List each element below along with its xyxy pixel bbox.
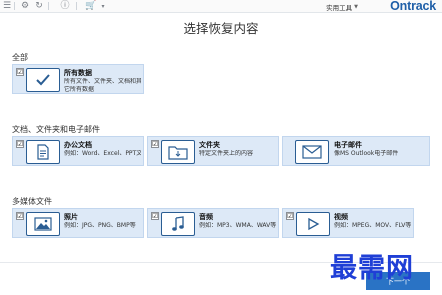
folder-icon — [161, 140, 195, 164]
menu-icon[interactable]: ☰ — [2, 1, 12, 11]
card-desc-2: 它所有数据 — [64, 86, 95, 93]
checkbox-folders[interactable]: ☑ — [151, 140, 159, 148]
card-desc: 例如：MPEG、MOV、FLV等 — [334, 222, 411, 229]
card-desc: 所有文件、文件夹、文档和其 — [64, 78, 141, 85]
tools-menu-label: 实用工具 — [326, 4, 353, 12]
checkmark-icon — [26, 68, 60, 92]
card-emails[interactable]: 电子邮件 像MS Outlook电子邮件 — [282, 136, 430, 166]
info-icon[interactable]: ⓘ — [60, 1, 70, 11]
card-title: 办公文档 — [64, 141, 92, 149]
card-desc: 特定文件夹上的内容 — [199, 150, 254, 157]
card-office-docs[interactable]: ☑ 办公文档 例如：Word、Excel、PPT文件 — [12, 136, 144, 166]
play-icon — [296, 212, 330, 236]
checkbox-audio[interactable]: ☑ — [151, 212, 159, 220]
section-label-all: 全部 — [12, 53, 28, 62]
music-note-icon — [161, 212, 195, 236]
toolbar-divider — [14, 2, 15, 10]
card-desc: 例如：Word、Excel、PPT文件 — [64, 150, 141, 157]
card-folders[interactable]: ☑ 文件夹 特定文件夹上的内容 — [147, 136, 279, 166]
settings-icon[interactable]: ⚙ — [20, 1, 30, 11]
card-text: 所有数据 所有文件、文件夹、文档和其 它所有数据 — [64, 69, 141, 94]
cart-icon[interactable]: 🛒 — [85, 1, 96, 11]
card-text: 视频 例如：MPEG、MOV、FLV等 — [334, 213, 411, 230]
card-desc: 像MS Outlook电子邮件 — [334, 150, 399, 157]
tools-menu[interactable]: 实用工具 ▼ — [326, 2, 358, 12]
card-desc: 例如：JPG、PNG、BMP等 — [64, 222, 136, 229]
card-photos[interactable]: ☑ 照片 例如：JPG、PNG、BMP等 — [12, 208, 144, 238]
card-audio[interactable]: ☑ 音频 例如：MP3、WMA、WAV等 — [147, 208, 279, 238]
chevron-down-icon: ▼ — [354, 4, 358, 10]
page-title: 选择恢复内容 — [183, 21, 259, 36]
checkbox-video[interactable]: ☑ — [286, 212, 294, 220]
card-text: 电子邮件 像MS Outlook电子邮件 — [334, 141, 427, 158]
card-desc: 例如：MP3、WMA、WAV等 — [199, 222, 276, 229]
document-icon — [26, 140, 60, 164]
card-video[interactable]: ☑ 视频 例如：MPEG、MOV、FLV等 — [282, 208, 414, 238]
card-text: 办公文档 例如：Word、Excel、PPT文件 — [64, 141, 141, 158]
section-label-media: 多媒体文件 — [12, 197, 52, 206]
photo-icon — [26, 212, 60, 236]
top-bar: ☰ ⚙ ↻ ⓘ 🛒 ▾ 实用工具 ▼ Ontrack — [0, 0, 442, 13]
card-title: 所有数据 — [64, 69, 92, 77]
card-title: 音频 — [199, 213, 213, 221]
checkbox-photos[interactable]: ☑ — [16, 212, 24, 220]
card-title: 视频 — [334, 213, 348, 221]
checkbox-all-data[interactable]: ☑ — [16, 68, 24, 76]
section-label-docs: 文档、文件夹和电子邮件 — [12, 125, 100, 134]
refresh-icon[interactable]: ↻ — [34, 1, 44, 11]
toolbar-divider — [48, 2, 49, 10]
toolbar-divider — [76, 2, 77, 10]
card-title: 电子邮件 — [334, 141, 362, 149]
cart-dropdown-icon[interactable]: ▾ — [98, 1, 108, 11]
card-title: 照片 — [64, 213, 78, 221]
card-text: 文件夹 特定文件夹上的内容 — [199, 141, 276, 158]
card-text: 照片 例如：JPG、PNG、BMP等 — [64, 213, 141, 230]
ontrack-logo: Ontrack — [390, 0, 436, 13]
checkbox-office-docs[interactable]: ☑ — [16, 140, 24, 148]
watermark: 最需网 — [330, 253, 414, 284]
envelope-icon — [295, 140, 329, 164]
card-title: 文件夹 — [199, 141, 220, 149]
card-text: 音频 例如：MP3、WMA、WAV等 — [199, 213, 276, 230]
card-all-data[interactable]: ☑ 所有数据 所有文件、文件夹、文档和其 它所有数据 — [12, 64, 144, 94]
